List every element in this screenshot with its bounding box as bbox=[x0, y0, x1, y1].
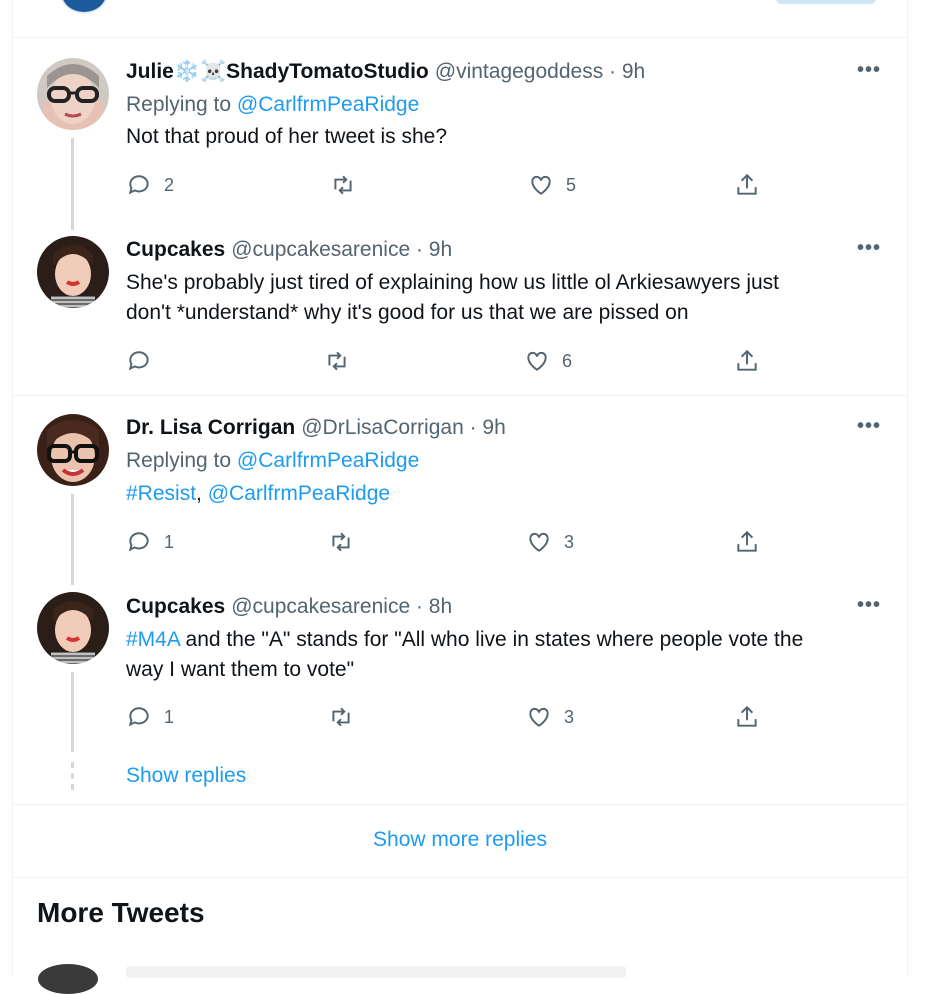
retweet-icon bbox=[332, 707, 350, 727]
hashtag-link[interactable]: #M4A bbox=[126, 628, 180, 651]
show-more-replies-button[interactable]: Show more replies bbox=[12, 828, 908, 852]
display-name[interactable]: Cupcakes bbox=[126, 595, 225, 619]
thread-line bbox=[71, 672, 74, 752]
retweet-button[interactable] bbox=[328, 704, 366, 730]
cut-off-tweet-header bbox=[126, 966, 626, 978]
more-icon[interactable]: ••• bbox=[856, 595, 882, 617]
share-icon bbox=[737, 705, 757, 727]
reply-count: 1 bbox=[164, 706, 175, 727]
share-button[interactable] bbox=[734, 704, 760, 730]
avatar[interactable] bbox=[37, 592, 109, 664]
reply-button[interactable]: 1 bbox=[126, 704, 174, 730]
handle-and-time[interactable]: @cupcakesarenice · 8h bbox=[231, 595, 452, 619]
divider bbox=[12, 877, 908, 878]
like-button[interactable]: 3 bbox=[526, 704, 574, 730]
like-count: 3 bbox=[564, 706, 575, 727]
avatar[interactable] bbox=[38, 964, 98, 994]
reply-icon bbox=[128, 707, 149, 727]
tweet-cupcakes-2[interactable]: Cupcakes @cupcakesarenice · 8h ••• #M4A … bbox=[12, 0, 908, 804]
tweet-header: Cupcakes @cupcakesarenice · 8h bbox=[126, 595, 452, 619]
tweet-actions: 1 3 bbox=[126, 704, 766, 734]
more-tweets-heading: More Tweets bbox=[37, 897, 205, 928]
divider bbox=[12, 804, 908, 805]
show-replies-link[interactable]: Show replies bbox=[126, 764, 246, 788]
tweet-text: #M4A and the "A" stands for "All who liv… bbox=[126, 628, 804, 681]
like-icon bbox=[529, 707, 549, 727]
thread-dots bbox=[71, 762, 74, 795]
